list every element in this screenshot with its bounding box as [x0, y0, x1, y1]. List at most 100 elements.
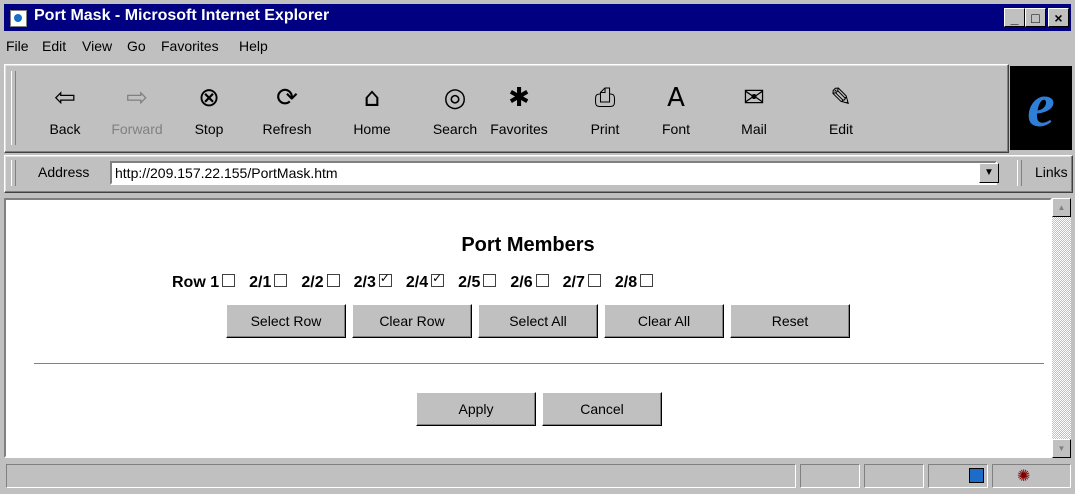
favorites-icon: ✱: [508, 83, 530, 113]
select-all-button[interactable]: Select All: [478, 304, 598, 338]
divider: [34, 363, 1044, 365]
port-label: 2/8: [614, 274, 638, 291]
maximize-button[interactable]: □: [1025, 8, 1046, 27]
menu-favorites[interactable]: Favorites: [161, 38, 219, 54]
menu-go[interactable]: Go: [127, 38, 146, 54]
window-title: Port Mask - Microsoft Internet Explorer: [34, 7, 330, 24]
port-checkbox[interactable]: [587, 274, 601, 288]
address-bar: Address http://209.157.22.155/PortMask.h…: [4, 155, 1073, 193]
toolbar-button-font[interactable]: A Font: [640, 71, 712, 147]
toolbar-button-back[interactable]: ⇦ Back: [29, 71, 101, 147]
toolbar-button-label: Home: [353, 121, 391, 137]
page-title: Port Members: [461, 234, 595, 256]
zone-panel: ✺: [992, 464, 1071, 488]
port-label: 2/4: [405, 274, 429, 291]
toolbar-button-mail[interactable]: ✉ Mail: [718, 71, 790, 147]
port-2-6: 2/6: [510, 274, 549, 292]
menu-file[interactable]: File: [6, 38, 29, 54]
scroll-up-button[interactable]: ▲: [1052, 198, 1071, 217]
toolbar-button-label: Refresh: [262, 121, 312, 137]
port-label: Row 1: [172, 274, 220, 291]
forward-arrow-icon: ⇨: [126, 83, 148, 113]
port-row-1: Row 1: [172, 274, 236, 292]
back-arrow-icon: ⇦: [54, 83, 76, 113]
links-grip[interactable]: [1017, 160, 1022, 186]
minimize-button[interactable]: _: [1004, 8, 1025, 27]
port-label: 2/3: [353, 274, 376, 291]
port-checkbox[interactable]: [640, 274, 654, 288]
port-checkbox[interactable]: [274, 274, 288, 288]
ie-logo-icon: e: [1010, 66, 1072, 150]
page-content: Port Members Row 1 2/1 2/2 2/3 2/4 2/5 2/6 2/7 2…: [4, 198, 1052, 458]
menu-edit[interactable]: Edit: [42, 38, 66, 54]
port-2-4: 2/4: [405, 271, 445, 292]
links-button[interactable]: Links: [1035, 164, 1068, 180]
port-checkbox[interactable]: [431, 271, 445, 288]
port-checkbox[interactable]: [535, 274, 549, 288]
cancel-button[interactable]: Cancel: [542, 392, 662, 426]
toolbar-button-refresh[interactable]: ⟳ Refresh: [251, 71, 323, 147]
address-dropdown-button[interactable]: ▼: [979, 163, 999, 183]
toolbar-grip[interactable]: [11, 71, 16, 145]
reset-button[interactable]: Reset: [730, 304, 850, 338]
toolbar-button-label: Back: [49, 121, 81, 137]
menu-help[interactable]: Help: [239, 38, 268, 54]
home-icon: ⌂: [363, 83, 381, 113]
scroll-down-button[interactable]: ▼: [1052, 439, 1071, 458]
stop-icon: ⊗: [198, 83, 220, 113]
address-grip[interactable]: [11, 160, 16, 186]
port-2-1: 2/1: [249, 274, 288, 292]
search-icon: ◎: [443, 83, 467, 113]
toolbar-button-label: Forward: [111, 121, 163, 137]
close-button[interactable]: ×: [1048, 8, 1069, 27]
toolbar-button-home[interactable]: ⌂ Home: [336, 71, 408, 147]
chevron-down-icon: ▼: [1057, 444, 1066, 453]
title-bar: Port Mask - Microsoft Internet Explorer …: [4, 4, 1071, 31]
port-label: 2/1: [249, 274, 272, 291]
port-2-5: 2/5: [458, 274, 497, 292]
toolbar-button-stop[interactable]: ⊗ Stop: [173, 71, 245, 147]
status-panel: [864, 464, 924, 488]
print-icon: ⎙: [594, 83, 616, 113]
clear-row-button[interactable]: Clear Row: [352, 304, 472, 338]
clear-all-button[interactable]: Clear All: [604, 304, 724, 338]
status-panel: [928, 464, 988, 488]
apply-button[interactable]: Apply: [416, 392, 536, 426]
toolbar-button-print[interactable]: ⎙ Print: [569, 71, 641, 147]
status-text-panel: [6, 464, 796, 488]
toolbar-button-label: Stop: [194, 121, 224, 137]
port-checkbox[interactable]: [378, 271, 392, 288]
globe-icon: ✺: [1017, 466, 1031, 485]
ie-page-icon: [10, 10, 27, 27]
toolbar-button-edit[interactable]: ✎ Edit: [805, 71, 877, 147]
port-checkbox[interactable]: [326, 274, 340, 288]
port-checkbox[interactable]: [222, 274, 236, 288]
port-checkbox[interactable]: [483, 274, 497, 288]
chevron-down-icon: ▼: [984, 167, 994, 178]
port-2-3: 2/3: [353, 271, 392, 292]
toolbar-button-forward[interactable]: ⇨ Forward: [101, 71, 173, 147]
port-2-7: 2/7: [563, 274, 601, 292]
select-row-button[interactable]: Select Row: [226, 304, 346, 338]
port-2-8: 2/8: [614, 274, 654, 292]
port-label: 2/2: [301, 274, 324, 291]
standard-toolbar: ⇦ Back ⇨ Forward ⊗ Stop ⟳ Refresh ⌂ Home ◎ Search ✱ F…: [4, 64, 1009, 153]
toolbar-button-label: Search: [432, 121, 478, 137]
port-label: 2/6: [510, 274, 533, 291]
toolbar-button-favorites[interactable]: ✱ Favorites: [483, 71, 555, 147]
status-bar: ✺: [4, 462, 1071, 490]
toolbar-button-label: Edit: [828, 121, 854, 137]
toolbar-button-search[interactable]: ◎ Search: [419, 71, 491, 147]
toolbar-button-label: Print: [590, 121, 620, 137]
port-checkbox-row: Row 1 2/1 2/2 2/3 2/4 2/5 2/6 2/7 2/8: [172, 271, 667, 292]
toolbar-button-label: Favorites: [490, 121, 548, 137]
port-2-2: 2/2: [301, 274, 340, 292]
toolbar-button-label: Font: [661, 121, 690, 137]
menu-view[interactable]: View: [82, 38, 112, 54]
mail-icon: ✉: [743, 83, 765, 113]
vertical-scrollbar[interactable]: ▲ ▼: [1052, 198, 1071, 458]
edit-icon: ✎: [830, 83, 852, 113]
address-label: Address: [38, 164, 90, 180]
address-input[interactable]: http://209.157.22.155/PortMask.htm: [110, 161, 997, 185]
toolbar-button-label: Mail: [741, 121, 767, 137]
